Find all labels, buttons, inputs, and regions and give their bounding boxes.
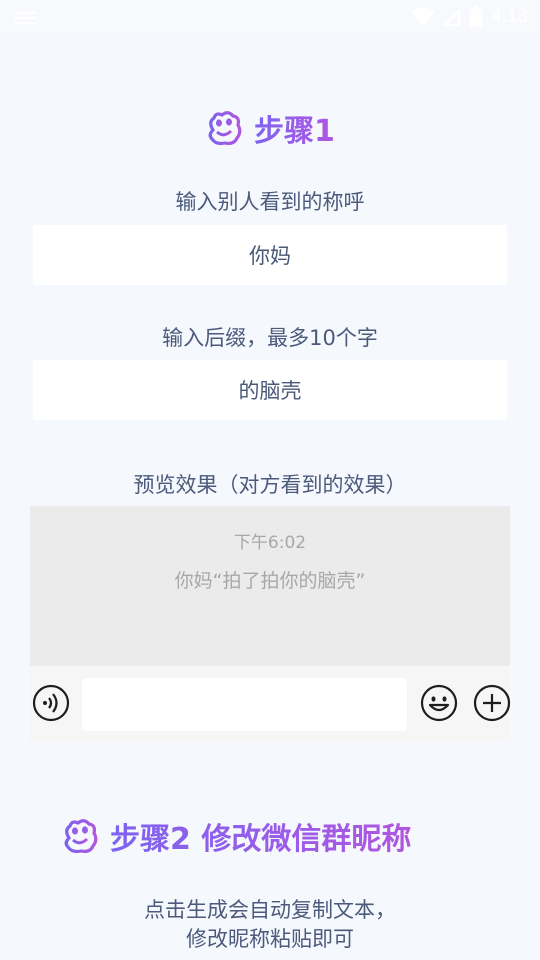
signal-icon [443, 8, 461, 26]
hint-line-2: 修改昵称粘贴即可 [186, 927, 354, 951]
step2-hint: 点击生成会自动复制文本， 修改昵称粘贴即可 [0, 896, 540, 954]
preview-time: 下午6:02 [233, 533, 307, 553]
emoji-icon[interactable] [420, 684, 458, 722]
status-icons: 4:13 [411, 6, 528, 28]
chat-text-input[interactable] [82, 678, 407, 731]
suffix-input[interactable] [33, 360, 507, 420]
paw-icon [64, 819, 98, 854]
chat-preview: 下午6:02 你妈“拍了拍你的脑壳” [30, 506, 510, 666]
chat-input-bar [30, 666, 511, 742]
step2-heading: 步骤2 修改微信群昵称 [60, 814, 411, 858]
battery-icon [470, 6, 483, 27]
step1-title: 步骤1 [254, 106, 335, 150]
preview-label: 预览效果（对方看到的效果） [133, 473, 407, 497]
step2-title: 步骤2 修改微信群昵称 [110, 814, 411, 858]
plus-icon[interactable] [473, 684, 511, 722]
preview-message: 你妈“拍了拍你的脑壳” [174, 570, 366, 592]
menu-icon [14, 12, 36, 24]
paw-icon [208, 111, 242, 146]
suffix-label: 输入后缀，最多10个字 [162, 326, 378, 350]
status-bar: 4:13 [0, 0, 540, 34]
nickname-label: 输入别人看到的称呼 [175, 190, 365, 214]
voice-icon[interactable] [32, 684, 70, 722]
step1-heading: 步骤1 [204, 106, 335, 150]
wifi-icon [411, 7, 436, 26]
hint-line-1: 点击生成会自动复制文本， [144, 898, 396, 922]
status-time: 4:13 [491, 6, 528, 27]
nickname-input[interactable] [33, 225, 507, 285]
